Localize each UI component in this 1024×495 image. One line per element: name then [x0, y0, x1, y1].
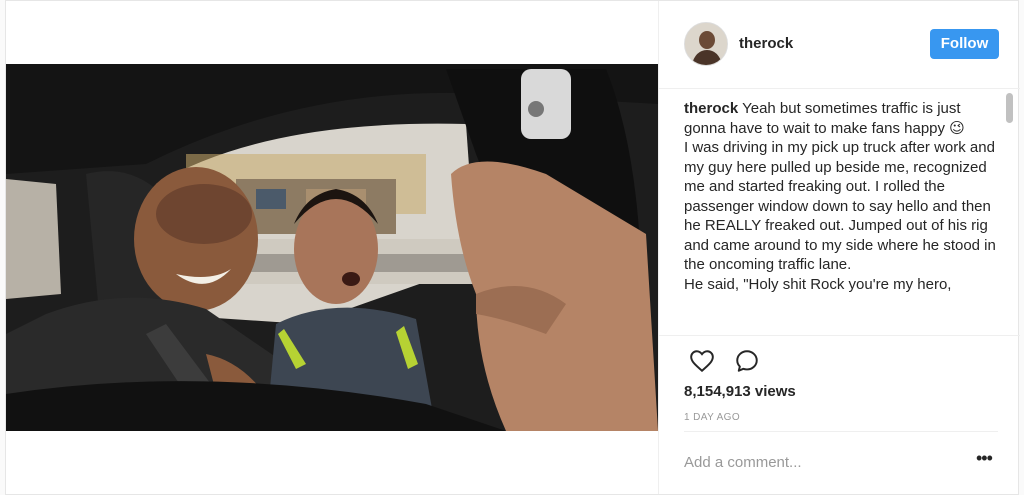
profile-avatar[interactable]: [684, 22, 728, 66]
post-actions: 8,154,913 views 1 DAY AGO: [659, 335, 1020, 431]
speech-bubble-icon[interactable]: [734, 348, 762, 376]
caption-line-2: I was driving in my pick up truck after …: [684, 139, 996, 273]
post-header: therock Follow: [659, 1, 1020, 89]
post-sidebar: therock Follow therock Yeah but sometime…: [658, 1, 1020, 494]
scrollbar-thumb[interactable]: [1006, 93, 1013, 123]
view-count[interactable]: 8,154,913 views: [684, 383, 796, 400]
post-media: [6, 1, 658, 494]
caption-line-3: He said, "Holy shit Rock you're my hero,: [684, 275, 952, 293]
caption-author[interactable]: therock: [684, 100, 738, 117]
caption-scrollbar[interactable]: [1006, 89, 1014, 335]
post-card: therock Follow therock Yeah but sometime…: [5, 0, 1020, 495]
post-caption: therock Yeah but sometimes traffic is ju…: [684, 99, 996, 294]
comment-bar: •••: [659, 431, 1020, 494]
selfie-image: [6, 64, 658, 431]
comment-divider: [684, 431, 998, 432]
avatar-icon: [685, 23, 727, 65]
follow-button[interactable]: Follow: [930, 29, 999, 59]
ellipsis-icon[interactable]: •••: [976, 449, 1000, 471]
post-photo[interactable]: [6, 64, 658, 431]
caption-scroll-area[interactable]: therock Yeah but sometimes traffic is ju…: [659, 89, 1020, 335]
comment-input[interactable]: [684, 449, 954, 475]
like-heart-icon: [690, 350, 714, 373]
header-username[interactable]: therock: [739, 35, 793, 52]
post-timestamp[interactable]: 1 DAY AGO: [684, 412, 740, 423]
comment-bubble-icon: [736, 350, 758, 372]
heart-icon[interactable]: [689, 348, 717, 376]
